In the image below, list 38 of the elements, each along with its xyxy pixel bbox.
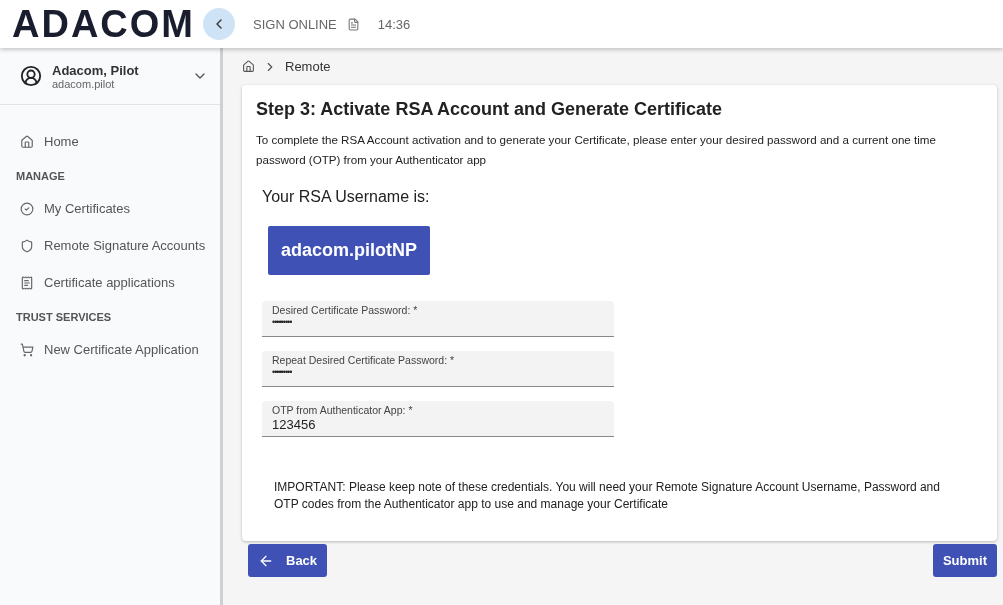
field-label: OTP from Authenticator App: * <box>272 404 414 416</box>
input-field[interactable]: 123456 <box>272 417 604 432</box>
check-circle-icon <box>20 201 34 216</box>
pdf-file-icon <box>346 17 360 31</box>
clock-time: 14:36 <box>377 16 411 32</box>
logo: ADACOM <box>12 5 195 43</box>
username-label: Your RSA Username is: <box>262 188 431 206</box>
nav-section-title: MANAGE <box>15 169 66 184</box>
text-field[interactable]: OTP from Authenticator App: * 123456 <box>262 401 614 437</box>
shield-icon <box>20 238 34 253</box>
field-label: Desired Certificate Password: * <box>272 304 419 316</box>
cart-icon <box>20 342 34 357</box>
instructions-text: To complete the RSA Account activation and to generate your Certificate, please enter your desired password and a current one time password (OTP) from your Authenticator app <box>256 132 937 168</box>
submit-button[interactable]: Submit <box>932 544 997 577</box>
breadcrumb-item: Remote <box>285 59 331 74</box>
input-field[interactable]: ••••••••• <box>272 317 604 327</box>
step-title: Step 3: Activate RSA Account and Generate Certificate <box>256 99 724 120</box>
nav-item[interactable]: My Certificates <box>0 190 220 227</box>
nav-item[interactable]: Certificate applications <box>0 264 220 301</box>
app-name: SIGN ONLINE <box>253 16 337 32</box>
user-icon <box>20 65 42 87</box>
nav-item[interactable]: Remote Signature Accounts <box>0 227 220 264</box>
field-label: Repeat Desired Certificate Password: * <box>272 354 456 366</box>
user-name: Adacom, Pilot <box>52 62 140 78</box>
user-login: adacom.pilot <box>52 77 116 90</box>
nav-item[interactable]: Home <box>0 123 220 160</box>
text-field[interactable]: Repeat Desired Certificate Password: * ••••••••• <box>262 351 614 387</box>
username-badge: adacom.pilotNP <box>268 226 431 275</box>
nav-item[interactable]: New Certificate Application <box>0 331 220 368</box>
text-field[interactable]: Desired Certificate Password: * ••••••••• <box>262 301 614 337</box>
receipt-icon <box>20 275 34 290</box>
important-note: IMPORTANT: Please keep note of these credentials. You will need your Remote Signature Account Username, Password and OTP codes from the Authenticator app to use and manage your Certificate <box>274 479 941 513</box>
collapse-button[interactable] <box>203 8 235 40</box>
nav-section-title: TRUST SERVICES <box>15 310 113 325</box>
home-icon <box>20 134 34 149</box>
input-field[interactable]: ••••••••• <box>272 367 604 377</box>
back-button[interactable]: Back <box>248 544 328 577</box>
home-icon[interactable] <box>242 60 255 73</box>
